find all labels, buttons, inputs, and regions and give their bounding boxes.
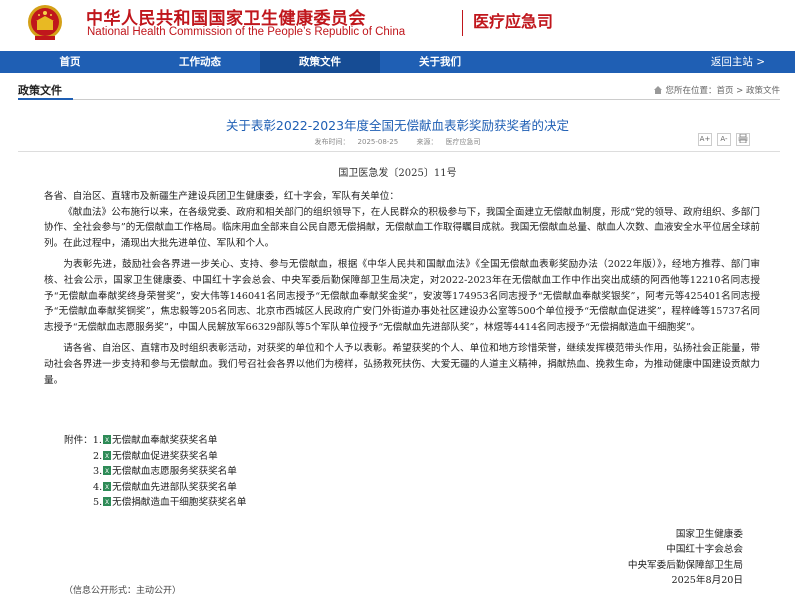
excel-file-icon: X	[103, 497, 112, 507]
department-name[interactable]: 医疗应急司	[473, 8, 553, 32]
home-icon	[654, 86, 663, 94]
article-body: 各省、自治区、直辖市及新疆生产建设兵团卫生健康委，红十字会，军队有关单位： 《献…	[44, 189, 760, 388]
attachment-item: 4. X 无偿献血先进部队奖获奖名单	[93, 481, 237, 493]
attachment-item: 附件：1. X 无偿献血奉献奖获奖名单	[64, 435, 218, 446]
site-title-english: National Health Commission of the People…	[87, 26, 406, 38]
salutation: 各省、自治区、直辖市及新疆生产建设兵团卫生健康委，红十字会，军队有关单位：	[44, 191, 399, 202]
source-value: 医疗应急司	[445, 138, 481, 146]
font-controls: A+ A-	[698, 133, 750, 146]
attachment-link-2[interactable]: 无偿献血促进奖获奖名单	[112, 451, 218, 462]
attachment-link-1[interactable]: 无偿献血奉献奖获奖名单	[112, 435, 218, 446]
nav-policy-documents[interactable]: 政策文件	[260, 51, 380, 73]
signatory-2: 中国红十字会总会	[666, 544, 743, 556]
document-number: 国卫医急发〔2025〕11号	[338, 168, 457, 179]
print-button[interactable]	[736, 133, 750, 146]
font-increase-button[interactable]: A+	[698, 133, 712, 146]
attachment-item: 2. X 无偿献血促进奖获奖名单	[93, 450, 218, 462]
svg-text:X: X	[105, 499, 109, 506]
attachment-link-3[interactable]: 无偿献血志愿服务奖获奖名单	[112, 466, 237, 477]
nav-about-us[interactable]: 关于我们	[380, 51, 500, 73]
disclosure-note: （信息公开形式：主动公开）	[64, 586, 182, 596]
attachment-item: 3. X 无偿献血志愿服务奖获奖名单	[93, 466, 237, 478]
signing-date: 2025年8月20日	[671, 575, 743, 587]
back-to-main-site-link[interactable]: 返回主站 >	[711, 51, 765, 73]
attachment-link-4[interactable]: 无偿献血先进部队奖获奖名单	[112, 482, 237, 493]
nav-home[interactable]: 首页	[0, 51, 140, 73]
svg-text:X: X	[105, 453, 109, 460]
article-title: 关于表彰2022-2023年度全国无偿献血表彰奖励获奖者的决定	[225, 118, 570, 133]
breadcrumb: 您所在位置：首页 > 政策文件	[654, 84, 780, 96]
nav-work-updates[interactable]: 工作动态	[140, 51, 260, 73]
publish-date: 2025-08-25	[357, 138, 399, 146]
source-label: 来源：	[416, 138, 438, 146]
paragraph-1: 《献血法》公布施行以来，在各级党委、政府和相关部门的组织领导下，在人民群众的积极…	[44, 206, 760, 249]
attachment-item: 5. X 无偿捐献造血干细胞奖获奖名单	[93, 497, 247, 509]
breadcrumb-text[interactable]: 您所在位置：首页 > 政策文件	[665, 86, 780, 96]
excel-file-icon: X	[103, 481, 112, 491]
svg-text:X: X	[105, 484, 109, 491]
excel-file-icon: X	[103, 466, 112, 476]
header-divider	[462, 10, 463, 36]
font-decrease-button[interactable]: A-	[717, 133, 731, 146]
national-emblem-icon	[28, 5, 62, 40]
attachment-link-5[interactable]: 无偿捐献造血干细胞奖获奖名单	[112, 497, 246, 508]
print-icon	[738, 133, 748, 144]
svg-text:X: X	[105, 437, 109, 444]
signatory-1: 国家卫生健康委	[675, 529, 743, 540]
svg-text:X: X	[105, 468, 109, 475]
section-bar: 政策文件 您所在位置：首页 > 政策文件	[18, 78, 780, 100]
section-underline	[18, 98, 73, 100]
excel-file-icon: X	[102, 435, 111, 444]
title-divider	[18, 151, 780, 152]
signatories: 国家卫生健康委 中国红十字会总会 中央军委后勤保障部卫生局 2025年8月20日	[628, 527, 743, 589]
paragraph-3: 请各省、自治区、直辖市及时组织表彰活动，对获奖的单位和个人予以表彰。希望获奖的个…	[44, 343, 760, 386]
article-meta: 发布时间： 2025-08-25 来源： 医疗应急司	[0, 137, 795, 147]
paragraph-2: 为表彰先进，鼓励社会各界进一步关心、支持、参与无偿献血，根据《中华人民共和国献血…	[44, 259, 760, 333]
attachments: 附件：1. X 无偿献血奉献奖获奖名单 2. X 无偿献血促进奖获奖名单 3. X 无偿献血…	[64, 433, 246, 511]
signatory-3: 中央军委后勤保障部卫生局	[627, 559, 743, 571]
site-header: 中华人民共和国国家卫生健康委员会 National Health Commiss…	[0, 0, 795, 48]
attachments-label: 附件：	[64, 435, 93, 446]
publish-label: 发布时间：	[314, 138, 350, 146]
main-nav: 首页 工作动态 政策文件 关于我们 返回主站 >	[0, 51, 795, 73]
section-title: 政策文件	[18, 84, 62, 97]
excel-file-icon: X	[103, 450, 112, 460]
